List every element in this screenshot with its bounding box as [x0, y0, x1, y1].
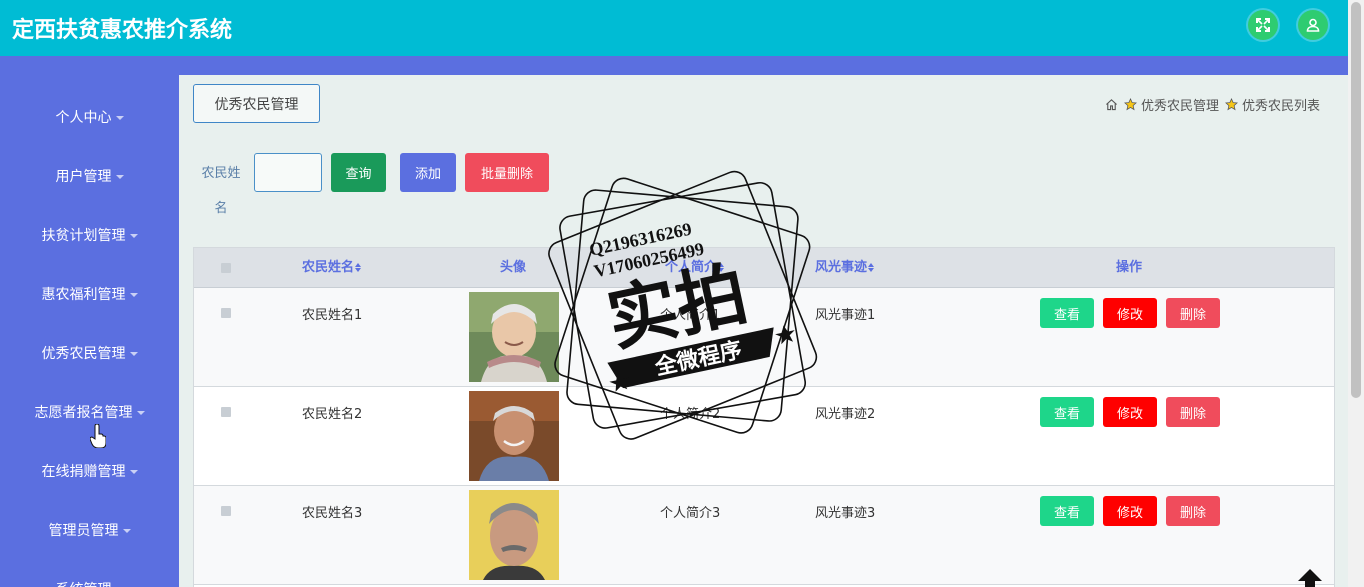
sidebar-item-donations[interactable]: 在线捐赠管理: [0, 456, 179, 486]
farmer-table: 农民姓名 头像 个人简介 风光事迹 操作 农民姓名1 个人简介1 风光事迹1 查…: [193, 247, 1335, 587]
sidebar-item-label: 用户管理: [55, 169, 112, 185]
farmer-name: 农民姓名2: [302, 407, 363, 422]
column-header-label: 个人简介: [665, 260, 718, 275]
main-content: 优秀农民管理 优秀农民管理 优秀农民列表 农民姓名 查询 添加 批量删除 农民姓…: [179, 75, 1348, 587]
table-row: 农民姓名1 个人简介1 风光事迹1 查看 修改 删除: [194, 288, 1334, 387]
scrollbar-thumb[interactable]: [1351, 2, 1361, 398]
sidebar-item-label: 在线捐赠管理: [41, 464, 126, 480]
sidebar-item-welfare[interactable]: 惠农福利管理: [0, 279, 179, 309]
query-button[interactable]: 查询: [331, 153, 386, 192]
farmer-avatar: [469, 490, 559, 580]
chevron-down-icon: [129, 293, 138, 297]
back-to-top-icon[interactable]: [1297, 568, 1323, 587]
sidebar-item-label: 志愿者报名管理: [34, 405, 133, 421]
row-checkbox[interactable]: [221, 308, 231, 318]
page-scrollbar[interactable]: [1348, 0, 1364, 587]
column-header-story[interactable]: 风光事迹: [815, 248, 875, 288]
breadcrumb-item[interactable]: 优秀农民管理: [1141, 95, 1219, 114]
top-bar: 定西扶贫惠农推介系统: [0, 0, 1348, 56]
app-title: 定西扶贫惠农推介系统: [12, 18, 233, 43]
farmer-name-search-input[interactable]: [254, 153, 322, 192]
sidebar-item-label: 系统管理: [56, 579, 112, 587]
user-icon: [1306, 18, 1320, 32]
delete-button[interactable]: 删除: [1166, 397, 1220, 427]
table-row: 农民姓名2 个人简介2 风光事迹2 查看 修改 删除: [194, 387, 1334, 486]
edit-button[interactable]: 修改: [1103, 298, 1157, 328]
chevron-down-icon: [115, 116, 124, 120]
user-button[interactable]: [1298, 10, 1328, 40]
row-checkbox[interactable]: [221, 506, 231, 516]
sort-icon[interactable]: [718, 263, 725, 272]
sort-icon[interactable]: [868, 263, 875, 272]
column-header-label: 农民姓名: [302, 260, 355, 275]
farmer-name: 农民姓名3: [302, 506, 363, 521]
sidebar-item-label: 优秀农民管理: [41, 346, 126, 362]
sidebar-item-label: 扶贫计划管理: [41, 228, 126, 244]
table-row: 农民姓名3 个人简介3 风光事迹3 查看 修改 删除: [194, 486, 1334, 585]
column-header-avatar: 头像: [500, 260, 527, 275]
row-checkbox[interactable]: [221, 407, 231, 417]
delete-button[interactable]: 删除: [1166, 496, 1220, 526]
column-header-intro[interactable]: 个人简介: [665, 248, 725, 288]
sidebar-item-excellent-farmers[interactable]: 优秀农民管理: [0, 338, 179, 368]
farmer-intro: 个人简介3: [660, 506, 721, 521]
sidebar-item-label: 管理员管理: [48, 523, 119, 539]
sidebar-item-label: 个人中心: [55, 110, 112, 126]
header-strip: [0, 56, 1348, 75]
sidebar-item-system[interactable]: 系统管理: [0, 574, 179, 587]
farmer-avatar: [469, 292, 559, 382]
edit-button[interactable]: 修改: [1103, 397, 1157, 427]
page-title[interactable]: 优秀农民管理: [193, 84, 320, 123]
column-header-label: 风光事迹: [815, 260, 868, 275]
farmer-story: 风光事迹1: [815, 308, 876, 323]
farmer-name: 农民姓名1: [302, 308, 363, 323]
sidebar-item-admins[interactable]: 管理员管理: [0, 515, 179, 545]
select-all-checkbox[interactable]: [221, 263, 231, 273]
fullscreen-icon: [1256, 18, 1270, 32]
chevron-down-icon: [129, 352, 138, 356]
sidebar-item-poverty-plan[interactable]: 扶贫计划管理: [0, 220, 179, 250]
table-header: 农民姓名 头像 个人简介 风光事迹 操作: [194, 248, 1334, 288]
hand-cursor-icon: [90, 424, 106, 448]
farmer-story: 风光事迹3: [815, 506, 876, 521]
view-button[interactable]: 查看: [1040, 298, 1094, 328]
view-button[interactable]: 查看: [1040, 397, 1094, 427]
table-body: 农民姓名1 个人简介1 风光事迹1 查看 修改 删除 农民姓名2 个人简介2 风…: [194, 288, 1334, 587]
chevron-down-icon: [129, 470, 138, 474]
chevron-down-icon: [122, 529, 131, 533]
sidebar-item-label: 惠农福利管理: [41, 287, 126, 303]
sidebar-item-users[interactable]: 用户管理: [0, 161, 179, 191]
column-header-name[interactable]: 农民姓名: [302, 248, 362, 288]
star-icon: [1225, 98, 1238, 111]
fullscreen-button[interactable]: [1248, 10, 1278, 40]
breadcrumb-item[interactable]: 优秀农民列表: [1242, 95, 1320, 114]
home-icon[interactable]: [1105, 98, 1118, 111]
farmer-intro: 个人简介2: [660, 407, 721, 422]
chevron-down-icon: [136, 411, 145, 415]
breadcrumb: 优秀农民管理 优秀农民列表: [1105, 95, 1326, 114]
add-button[interactable]: 添加: [400, 153, 456, 192]
view-button[interactable]: 查看: [1040, 496, 1094, 526]
sidebar-item-personal-center[interactable]: 个人中心: [0, 102, 179, 132]
edit-button[interactable]: 修改: [1103, 496, 1157, 526]
search-label: 农民姓名: [201, 166, 241, 216]
chevron-down-icon: [129, 234, 138, 238]
delete-button[interactable]: 删除: [1166, 298, 1220, 328]
chevron-down-icon: [115, 175, 124, 179]
farmer-intro: 个人简介1: [660, 308, 721, 323]
sidebar: 个人中心 用户管理 扶贫计划管理 惠农福利管理 优秀农民管理 志愿者报名管理 在…: [0, 75, 179, 587]
sort-icon[interactable]: [355, 263, 362, 272]
column-header-actions: 操作: [1116, 260, 1143, 275]
star-icon: [1124, 98, 1137, 111]
sidebar-item-volunteers[interactable]: 志愿者报名管理: [0, 397, 179, 427]
farmer-avatar: [469, 391, 559, 481]
farmer-story: 风光事迹2: [815, 407, 876, 422]
batch-delete-button[interactable]: 批量删除: [465, 153, 549, 192]
